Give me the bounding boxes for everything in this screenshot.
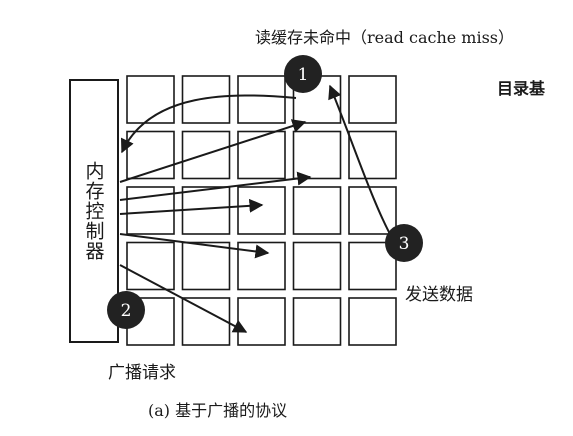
diagram-canvas: 1 2 3 内存控制器 读缓存未命中（read cache miss） 目录基 …	[0, 0, 573, 432]
grid-node-r1-c3	[237, 75, 286, 124]
figure-caption: (a) 基于广播的协议	[148, 401, 288, 420]
step-1-number: 1	[298, 65, 309, 85]
step-2-number: 2	[121, 301, 132, 321]
read-miss-label: 读缓存未命中（read cache miss）	[255, 28, 515, 47]
step-3-number: 3	[399, 234, 410, 254]
broadcast-request-label: 广播请求	[108, 363, 176, 383]
grid-node-r5-c2	[181, 297, 231, 346]
grid-node-r1-c5	[348, 75, 397, 124]
grid-node-r1-c2	[181, 75, 231, 124]
grid-node-r5-c4	[292, 297, 342, 346]
memory-controller-label: 内存控制器	[82, 161, 105, 261]
step-badge-3: 3	[385, 224, 423, 262]
grid-node-r5-c5	[348, 297, 397, 346]
grid-node-r3-c3	[237, 186, 286, 235]
directory-label: 目录基	[497, 79, 546, 98]
step-badge-1: 1	[284, 55, 322, 93]
grid-node-r4-c1	[126, 241, 175, 291]
grid-node-r2-c4	[292, 130, 342, 180]
grid-node-r2-c3	[237, 130, 286, 180]
grid-node-r4-c2	[181, 241, 231, 291]
grid-node-r5-c3	[237, 297, 286, 346]
grid-node-r4-c4	[292, 241, 342, 291]
send-data-label: 发送数据	[405, 285, 473, 305]
grid-node-r3-c4	[292, 186, 342, 235]
grid-node-r1-c1	[126, 75, 175, 124]
